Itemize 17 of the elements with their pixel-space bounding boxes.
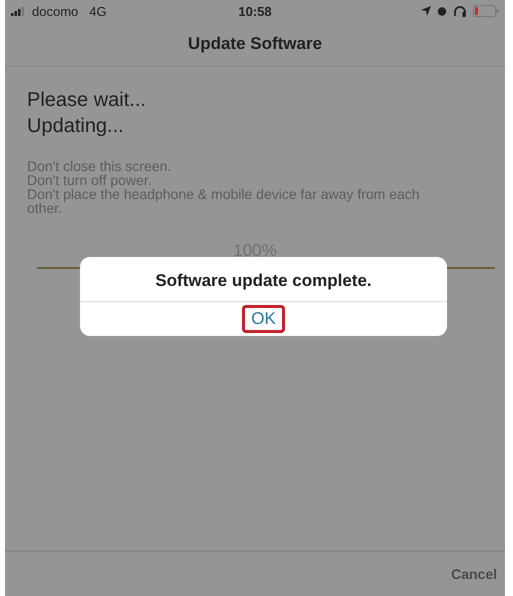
warning-note: Don't place the headphone & mobile device far away from each other.	[27, 187, 421, 215]
battery-icon	[473, 5, 499, 17]
alarm-icon	[437, 6, 447, 16]
carrier-name: docomo	[32, 4, 78, 18]
status-heading: Please wait...	[27, 88, 147, 113]
location-icon	[421, 6, 431, 16]
signal-icon	[11, 6, 27, 16]
screen-title: Update Software	[188, 34, 322, 54]
network-type: 4G	[89, 4, 107, 18]
ok-button[interactable]: OK	[242, 305, 285, 333]
alert-message: Software update complete.	[80, 257, 447, 302]
cancel-button[interactable]: Cancel	[449, 564, 499, 584]
headphone-icon	[453, 6, 467, 16]
warning-note: Don't turn off power.	[27, 173, 153, 187]
status-heading: Updating...	[27, 114, 125, 139]
clock-time: 10:58	[238, 4, 272, 18]
warning-note: Don't close this screen.	[27, 159, 172, 173]
